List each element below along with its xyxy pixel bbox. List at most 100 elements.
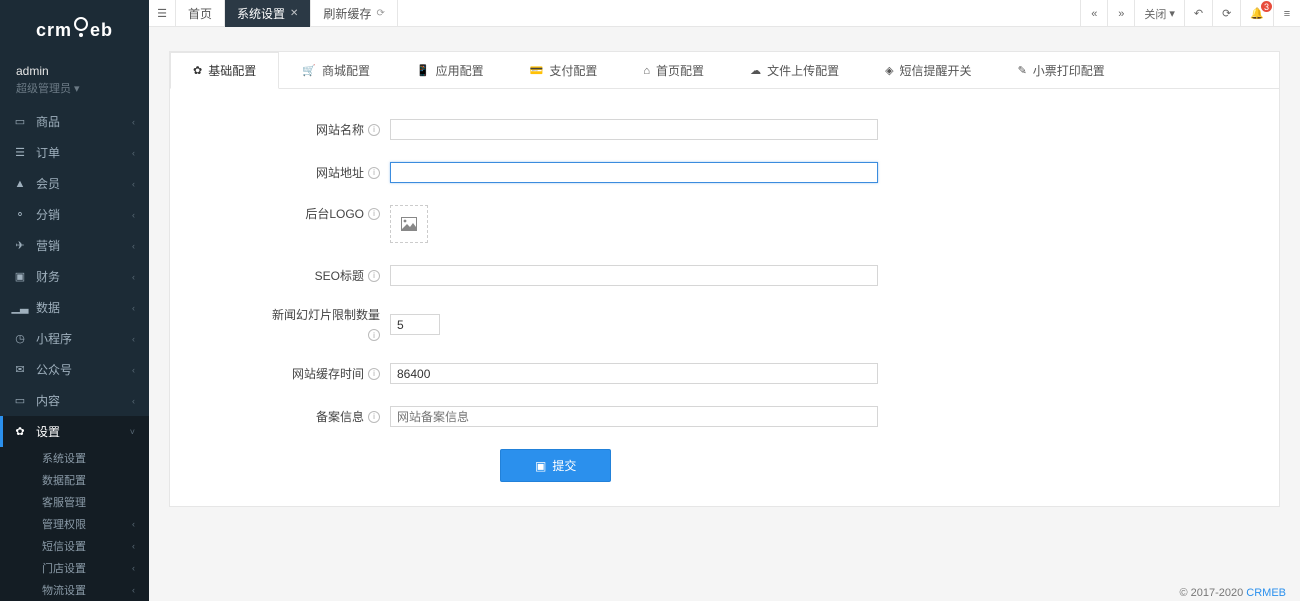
label-site-url: 网站地址 (316, 164, 364, 181)
close-dropdown[interactable]: 关闭▾ (1134, 0, 1184, 27)
sidebar: crmeb admin 超级管理员 ▾ ▭商品‹ ☰订单‹ ▲会员‹ ⚬分销‹ … (0, 0, 149, 601)
tab-next-button[interactable]: » (1107, 0, 1134, 27)
cloud-icon: ☁ (750, 64, 761, 77)
topbar: ☰ 首页 系统设置✕ 刷新缓存⟳ « » 关闭▾ ↶ ⟳ 🔔3 ≡ (149, 0, 1300, 27)
tab-refresh-cache[interactable]: 刷新缓存⟳ (311, 0, 397, 27)
tab-system-settings[interactable]: 系统设置✕ (225, 0, 311, 27)
close-icon[interactable]: ✕ (290, 8, 298, 19)
tabs-right: « » 关闭▾ ↶ ⟳ 🔔3 ≡ (1080, 0, 1300, 26)
nav-item-order[interactable]: ☰订单‹ (0, 137, 149, 168)
reload-button[interactable]: ⟳ (1212, 0, 1240, 27)
label-admin-logo: 后台LOGO (305, 205, 364, 222)
info-icon[interactable]: i (368, 329, 380, 341)
cfgtab-print[interactable]: ✎小票打印配置 (995, 52, 1128, 88)
home-icon: ⌂ (643, 65, 650, 77)
nav-item-wechat[interactable]: ✉公众号‹ (0, 354, 149, 385)
site-name-input[interactable] (390, 119, 878, 140)
seo-title-input[interactable] (390, 265, 878, 286)
info-icon[interactable]: i (368, 167, 380, 179)
list-icon: ☰ (14, 146, 26, 159)
settings-panel: ✿基础配置 🛒商城配置 📱应用配置 💳支付配置 ⌂首页配置 ☁文件上传配置 ◈短… (169, 51, 1280, 507)
share-icon: ⚬ (14, 208, 26, 221)
row-slide-limit: 新闻幻灯片限制数量 i (210, 308, 1239, 341)
notification-badge: 3 (1261, 1, 1272, 12)
cfgtab-upload[interactable]: ☁文件上传配置 (727, 52, 862, 88)
site-url-input[interactable] (390, 162, 878, 183)
cfgtab-basic[interactable]: ✿基础配置 (170, 52, 279, 89)
double-right-icon: » (1118, 8, 1124, 20)
cfgtab-homepage[interactable]: ⌂首页配置 (620, 52, 727, 88)
subnav-store-settings[interactable]: 门店设置‹ (0, 557, 149, 579)
cfgtab-sms[interactable]: ◈短信提醒开关 (862, 52, 994, 88)
chevron-left-icon: ‹ (132, 334, 135, 344)
beian-input[interactable] (390, 406, 878, 427)
user-icon: ▲ (14, 178, 26, 190)
subnav-logistics-settings[interactable]: 物流设置‹ (0, 579, 149, 601)
send-icon: ✈ (14, 239, 26, 252)
row-cache-time: 网站缓存时间i (210, 363, 1239, 384)
label-slide-limit: 新闻幻灯片限制数量 (272, 308, 380, 322)
row-admin-logo: 后台LOGO i (210, 205, 1239, 243)
chevron-down-icon: ˅ (130, 427, 135, 437)
brand-text: crmeb (36, 20, 113, 41)
notifications-button[interactable]: 🔔3 (1240, 0, 1273, 27)
info-icon[interactable]: i (368, 411, 380, 423)
subnav-data-config[interactable]: 数据配置 (0, 469, 149, 491)
nav-item-product[interactable]: ▭商品‹ (0, 106, 149, 137)
chevron-left-icon: ‹ (132, 272, 135, 282)
logo-upload-button[interactable] (390, 205, 428, 243)
submit-button[interactable]: ▣ 提交 (500, 449, 611, 482)
chevron-left-icon: ‹ (132, 210, 135, 220)
cfgtab-mall[interactable]: 🛒商城配置 (279, 52, 393, 88)
nav-item-content[interactable]: ▭内容‹ (0, 385, 149, 416)
footer-link[interactable]: CRMEB (1246, 587, 1286, 599)
card-icon: 💳 (530, 64, 544, 77)
slide-limit-input[interactable] (390, 314, 440, 335)
chevron-left-icon: ‹ (132, 365, 135, 375)
main-area: ✿基础配置 🛒商城配置 📱应用配置 💳支付配置 ⌂首页配置 ☁文件上传配置 ◈短… (149, 27, 1300, 601)
menu-toggle-button[interactable]: ☰ (149, 0, 176, 27)
nav-item-member[interactable]: ▲会员‹ (0, 168, 149, 199)
chevron-left-icon: ‹ (132, 303, 135, 313)
chevron-left-icon: ‹ (132, 117, 135, 127)
tab-prev-button[interactable]: « (1080, 0, 1107, 27)
nav-item-finance[interactable]: ▣财务‹ (0, 261, 149, 292)
chevron-left-icon: ‹ (132, 519, 135, 529)
info-icon[interactable]: i (368, 270, 380, 282)
tab-home[interactable]: 首页 (176, 0, 225, 27)
nav-item-marketing[interactable]: ✈营销‹ (0, 230, 149, 261)
bars-icon: ☰ (157, 7, 167, 20)
settings-subnav: 系统设置 数据配置 客服管理 管理权限‹ 短信设置‹ 门店设置‹ 物流设置‹ (0, 447, 149, 601)
subnav-sms-settings[interactable]: 短信设置‹ (0, 535, 149, 557)
chevron-left-icon: ‹ (132, 396, 135, 406)
label-seo-title: SEO标题 (315, 267, 364, 284)
info-icon[interactable]: i (368, 124, 380, 136)
nav-item-distribution[interactable]: ⚬分销‹ (0, 199, 149, 230)
cfgtab-app[interactable]: 📱应用配置 (393, 52, 507, 88)
chevron-left-icon: ‹ (132, 563, 135, 573)
brand-logo[interactable]: crmeb (0, 0, 149, 60)
subnav-system-settings[interactable]: 系统设置 (0, 447, 149, 469)
nav-item-data[interactable]: ▁▃数据‹ (0, 292, 149, 323)
cfgtab-payment[interactable]: 💳支付配置 (507, 52, 621, 88)
row-site-name: 网站名称i (210, 119, 1239, 140)
info-icon[interactable]: i (368, 368, 380, 380)
chevron-left-icon: ‹ (132, 541, 135, 551)
main-nav: ▭商品‹ ☰订单‹ ▲会员‹ ⚬分销‹ ✈营销‹ ▣财务‹ ▁▃数据‹ ◷小程序… (0, 106, 149, 447)
back-button[interactable]: ↶ (1184, 0, 1212, 27)
info-icon[interactable]: i (368, 208, 380, 220)
cache-time-input[interactable] (390, 363, 878, 384)
refresh-icon[interactable]: ⟳ (376, 8, 384, 19)
chevron-left-icon: ‹ (132, 585, 135, 595)
row-beian: 备案信息i (210, 406, 1239, 427)
picture-icon: ▭ (14, 394, 26, 407)
cart-icon: 🛒 (302, 64, 316, 77)
more-button[interactable]: ≡ (1273, 0, 1300, 27)
subnav-admin-permission[interactable]: 管理权限‹ (0, 513, 149, 535)
nav-item-settings[interactable]: ✿设置˅ (0, 416, 149, 447)
image-icon (401, 217, 417, 231)
subnav-service-manage[interactable]: 客服管理 (0, 491, 149, 513)
nav-item-miniprogram[interactable]: ◷小程序‹ (0, 323, 149, 354)
user-block[interactable]: admin 超级管理员 ▾ (0, 60, 149, 106)
print-icon: ✎ (1018, 64, 1027, 77)
